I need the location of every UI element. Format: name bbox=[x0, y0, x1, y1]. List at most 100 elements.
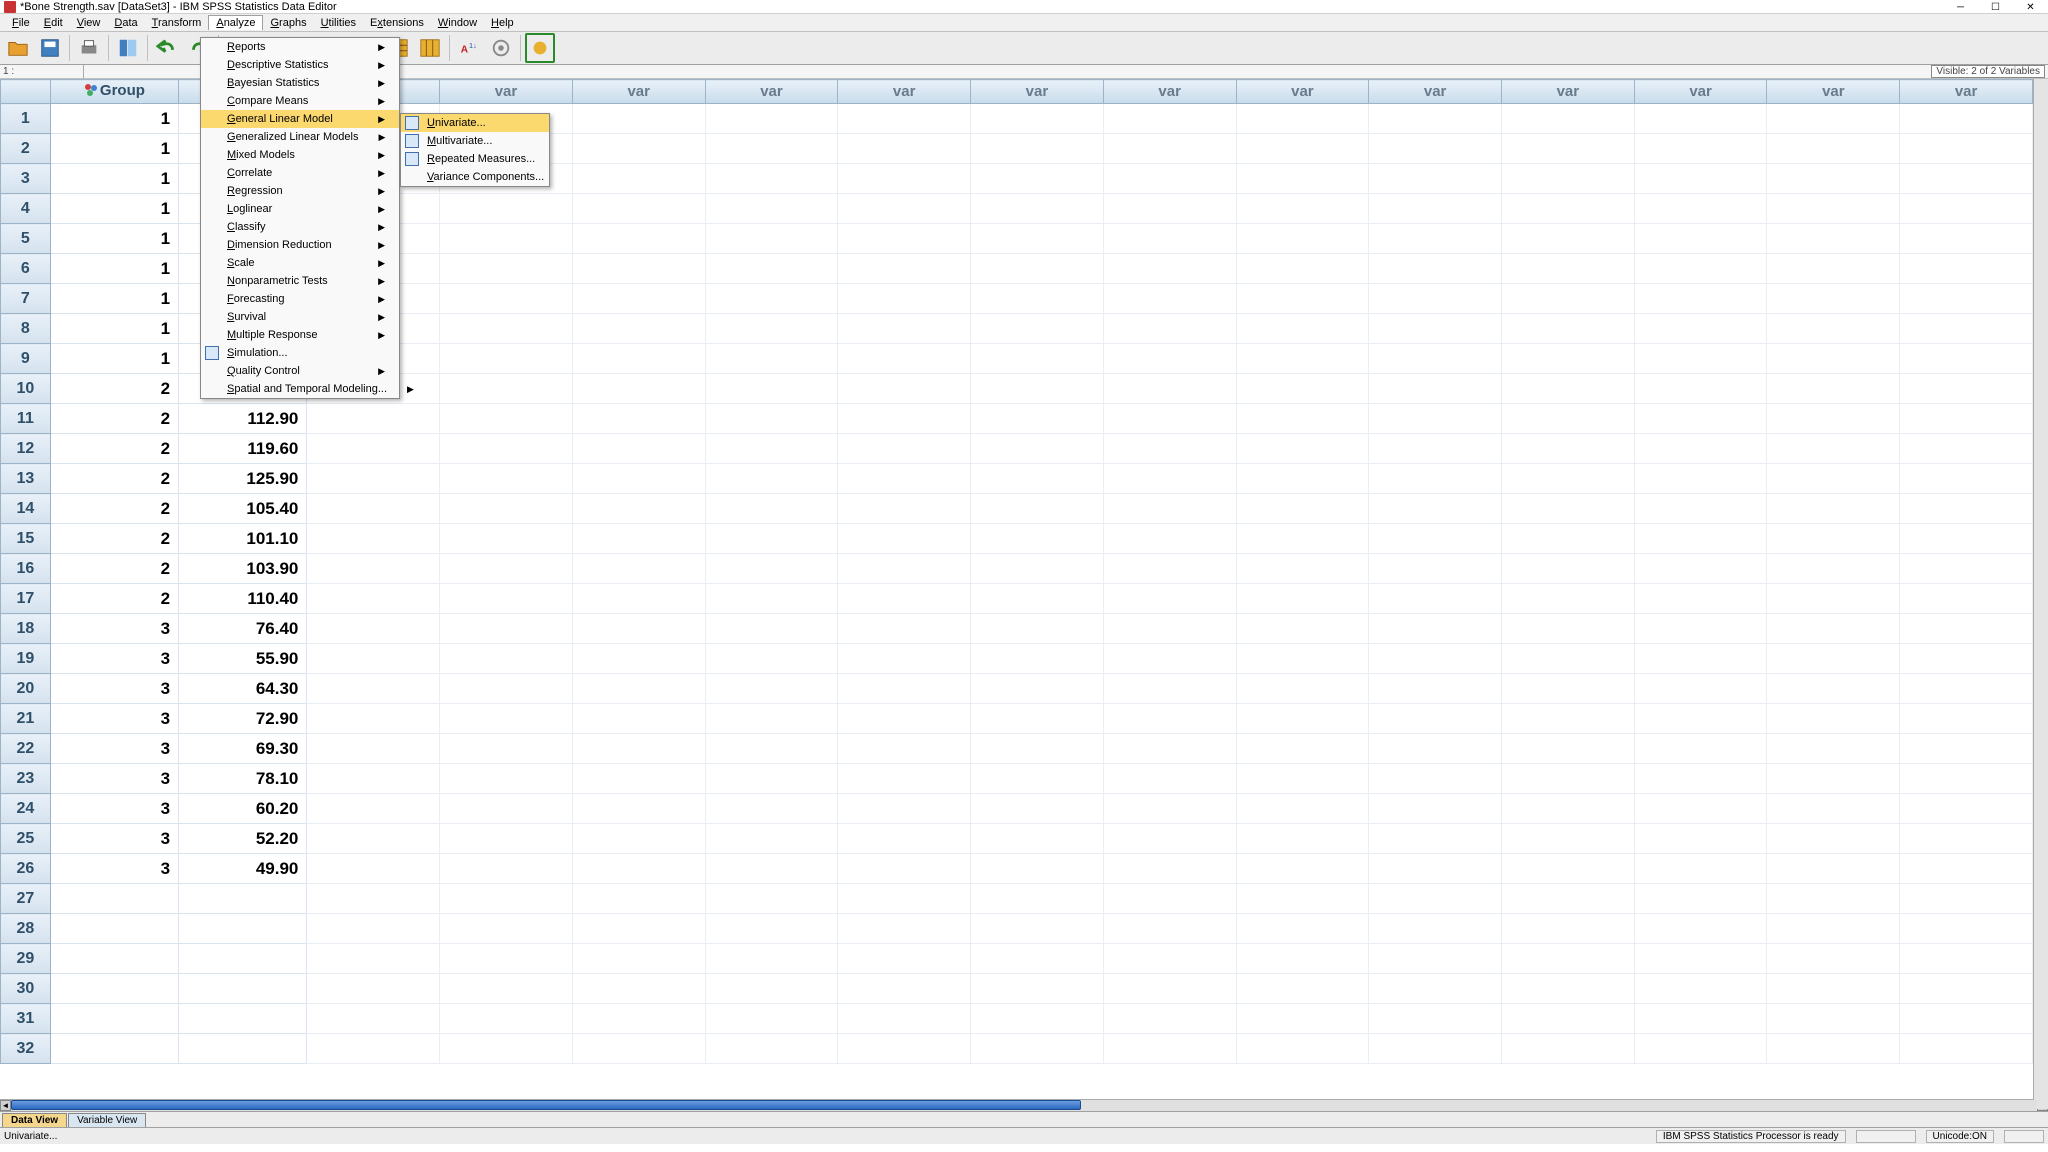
empty-cell[interactable] bbox=[1502, 464, 1635, 494]
empty-cell[interactable] bbox=[971, 434, 1104, 464]
empty-cell[interactable] bbox=[1502, 644, 1635, 674]
empty-cell[interactable] bbox=[1502, 404, 1635, 434]
empty-cell[interactable] bbox=[838, 914, 971, 944]
empty-cell[interactable] bbox=[838, 344, 971, 374]
empty-cell[interactable] bbox=[572, 464, 705, 494]
row-number-cell[interactable]: 27 bbox=[1, 884, 51, 914]
empty-cell[interactable] bbox=[705, 164, 838, 194]
empty-cell[interactable] bbox=[1900, 644, 2033, 674]
empty-cell[interactable] bbox=[1767, 614, 1900, 644]
empty-cell[interactable] bbox=[971, 284, 1104, 314]
empty-cell[interactable] bbox=[971, 374, 1104, 404]
empty-cell[interactable] bbox=[1103, 494, 1236, 524]
empty-cell[interactable] bbox=[838, 254, 971, 284]
empty-cell[interactable] bbox=[1236, 284, 1369, 314]
column-header-var[interactable]: var bbox=[705, 80, 838, 104]
empty-cell[interactable] bbox=[440, 644, 573, 674]
menu-item-survival[interactable]: Survival▶ bbox=[201, 308, 399, 326]
menu-item-bayesian-statistics[interactable]: Bayesian Statistics▶ bbox=[201, 74, 399, 92]
row-number-cell[interactable]: 20 bbox=[1, 674, 51, 704]
column-header-var[interactable]: var bbox=[1103, 80, 1236, 104]
empty-cell[interactable] bbox=[572, 974, 705, 1004]
submenu-item-variance-components-[interactable]: Variance Components... bbox=[401, 168, 549, 186]
empty-cell[interactable] bbox=[971, 164, 1104, 194]
cell-group[interactable]: 3 bbox=[50, 794, 178, 824]
empty-cell[interactable] bbox=[971, 194, 1104, 224]
empty-cell[interactable] bbox=[1103, 914, 1236, 944]
empty-cell[interactable] bbox=[572, 344, 705, 374]
empty-cell[interactable] bbox=[440, 614, 573, 644]
cell-group[interactable]: 3 bbox=[50, 854, 178, 884]
cell-group[interactable]: 1 bbox=[50, 104, 178, 134]
empty-cell[interactable] bbox=[971, 464, 1104, 494]
empty-cell[interactable] bbox=[705, 194, 838, 224]
use-variable-sets-button[interactable] bbox=[525, 33, 555, 63]
empty-cell[interactable] bbox=[705, 1034, 838, 1064]
empty-cell[interactable] bbox=[1236, 494, 1369, 524]
empty-cell[interactable] bbox=[1236, 434, 1369, 464]
empty-cell[interactable] bbox=[1634, 644, 1767, 674]
empty-cell[interactable] bbox=[1369, 854, 1502, 884]
empty-cell[interactable] bbox=[440, 524, 573, 554]
empty-cell[interactable] bbox=[1103, 164, 1236, 194]
empty-cell[interactable] bbox=[971, 104, 1104, 134]
cell-value[interactable]: 125.90 bbox=[179, 464, 307, 494]
empty-cell[interactable] bbox=[307, 674, 440, 704]
empty-cell[interactable] bbox=[1767, 1004, 1900, 1034]
empty-cell[interactable] bbox=[1369, 614, 1502, 644]
empty-cell[interactable] bbox=[1502, 794, 1635, 824]
empty-cell[interactable] bbox=[572, 854, 705, 884]
empty-cell[interactable] bbox=[1369, 1034, 1502, 1064]
empty-cell[interactable] bbox=[1767, 104, 1900, 134]
menu-data[interactable]: Data bbox=[107, 16, 144, 30]
empty-cell[interactable] bbox=[1767, 224, 1900, 254]
cell-group[interactable]: 1 bbox=[50, 194, 178, 224]
empty-cell[interactable] bbox=[1369, 224, 1502, 254]
select-cases-button[interactable]: A1↓ bbox=[454, 33, 484, 63]
empty-cell[interactable] bbox=[1369, 494, 1502, 524]
empty-cell[interactable] bbox=[1767, 134, 1900, 164]
empty-cell[interactable] bbox=[307, 434, 440, 464]
row-number-cell[interactable]: 18 bbox=[1, 614, 51, 644]
empty-cell[interactable] bbox=[1900, 434, 2033, 464]
empty-cell[interactable] bbox=[838, 494, 971, 524]
empty-cell[interactable] bbox=[1900, 374, 2033, 404]
row-number-cell[interactable]: 31 bbox=[1, 1004, 51, 1034]
column-header-var[interactable]: var bbox=[1502, 80, 1635, 104]
cell-group[interactable]: 2 bbox=[50, 464, 178, 494]
empty-cell[interactable] bbox=[1900, 1034, 2033, 1064]
empty-cell[interactable] bbox=[838, 1034, 971, 1064]
submenu-item-univariate-[interactable]: Univariate... bbox=[401, 114, 549, 132]
empty-cell[interactable] bbox=[971, 1004, 1104, 1034]
empty-cell[interactable] bbox=[1767, 674, 1900, 704]
empty-cell[interactable] bbox=[307, 764, 440, 794]
empty-cell[interactable] bbox=[838, 434, 971, 464]
empty-cell[interactable] bbox=[705, 314, 838, 344]
empty-cell[interactable] bbox=[1236, 584, 1369, 614]
empty-cell[interactable] bbox=[307, 974, 440, 1004]
empty-cell[interactable] bbox=[1767, 404, 1900, 434]
cell-group[interactable] bbox=[50, 914, 178, 944]
empty-cell[interactable] bbox=[440, 374, 573, 404]
empty-cell[interactable] bbox=[440, 854, 573, 884]
empty-cell[interactable] bbox=[971, 1034, 1104, 1064]
empty-cell[interactable] bbox=[572, 194, 705, 224]
empty-cell[interactable] bbox=[971, 944, 1104, 974]
empty-cell[interactable] bbox=[705, 644, 838, 674]
empty-cell[interactable] bbox=[1369, 1004, 1502, 1034]
empty-cell[interactable] bbox=[705, 374, 838, 404]
cell-group[interactable]: 1 bbox=[50, 134, 178, 164]
menu-item-compare-means[interactable]: Compare Means▶ bbox=[201, 92, 399, 110]
cell-value[interactable]: 55.90 bbox=[179, 644, 307, 674]
empty-cell[interactable] bbox=[971, 674, 1104, 704]
row-number-cell[interactable]: 13 bbox=[1, 464, 51, 494]
empty-cell[interactable] bbox=[1634, 314, 1767, 344]
empty-cell[interactable] bbox=[1103, 284, 1236, 314]
empty-cell[interactable] bbox=[1634, 1004, 1767, 1034]
cell-value[interactable] bbox=[179, 914, 307, 944]
empty-cell[interactable] bbox=[1369, 674, 1502, 704]
menu-analyze[interactable]: Analyze bbox=[208, 15, 263, 30]
cell-group[interactable]: 2 bbox=[50, 554, 178, 584]
column-header-var[interactable]: var bbox=[440, 80, 573, 104]
empty-cell[interactable] bbox=[1369, 764, 1502, 794]
